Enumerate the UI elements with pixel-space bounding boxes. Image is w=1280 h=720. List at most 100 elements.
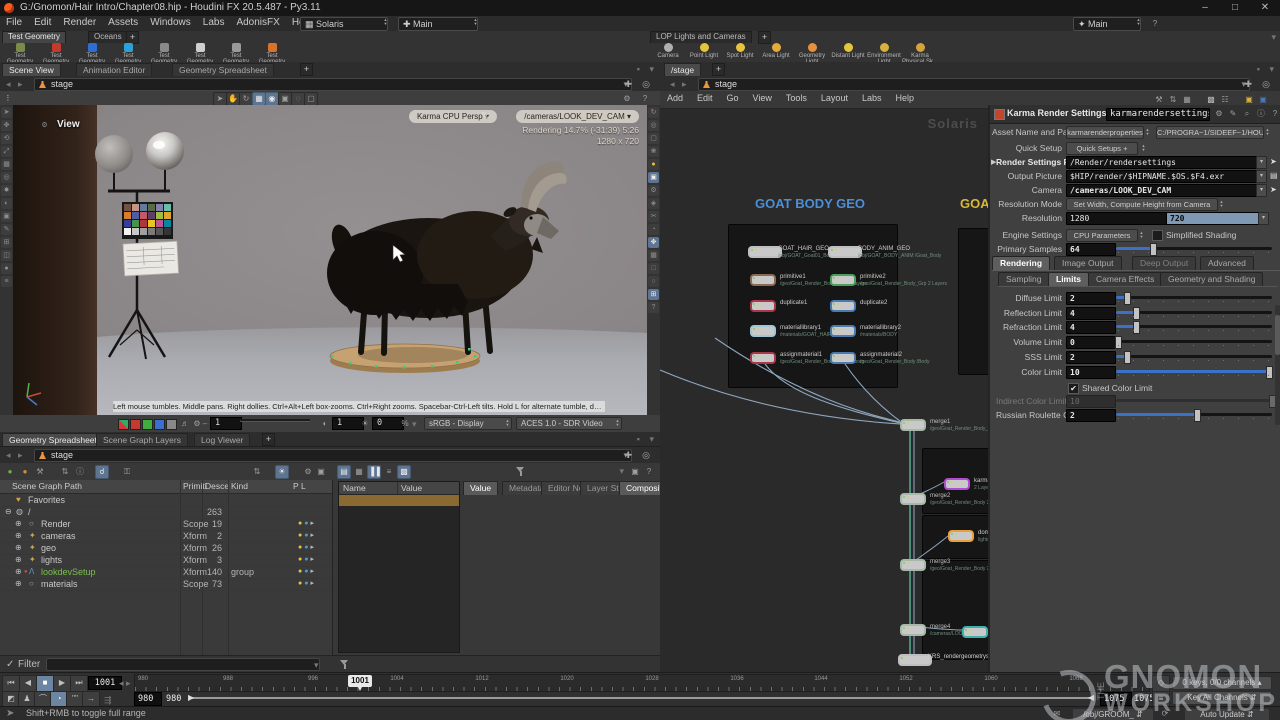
pane-tab[interactable]: Scene Graph Layers: [96, 433, 188, 446]
flatten-icon[interactable]: ⇅: [58, 465, 72, 479]
pane-menu-icon[interactable]: ▾: [649, 64, 654, 75]
name-value-table[interactable]: Name Value: [338, 481, 460, 653]
link-icon[interactable]: ◎: [642, 79, 650, 90]
menu-item[interactable]: Go: [720, 91, 746, 105]
lop-node[interactable]: materiallibrary1 /materials/GOAT_HAIR_MA…: [750, 325, 776, 337]
display-option-icon[interactable]: ◔: [648, 224, 659, 235]
pane-tab[interactable]: Geometry Spreadsheet: [172, 63, 274, 76]
menu-item[interactable]: Layout: [814, 91, 855, 105]
camera-field[interactable]: /cameras/LOOK_DEV_CAM: [1066, 184, 1260, 197]
shelf-tool[interactable]: Test Geometry: [146, 43, 182, 62]
expander-icon[interactable]: ⊕: [15, 578, 22, 590]
gamma-minus-icon[interactable]: –: [200, 417, 210, 431]
prim-icon[interactable]: ●: [3, 465, 17, 479]
expander-icon[interactable]: ⊕: [15, 554, 22, 566]
lop-node[interactable]: BODY_ANIM_GEO /obj/GOAT_BODY_ANIM /Goat_…: [828, 246, 862, 258]
pick-cursor-icon[interactable]: ➤: [1270, 157, 1277, 166]
viewport-tool-icon[interactable]: ↻: [239, 92, 253, 106]
display-option-icon[interactable]: ○: [648, 276, 659, 287]
pane-menu-icon[interactable]: ▾: [1269, 64, 1274, 75]
network-canvas[interactable]: Solaris GOAT BODY GEO GOAT GOAT_: [660, 108, 988, 672]
row-state-icons[interactable]: ●●▸: [298, 542, 316, 554]
rows-view-icon[interactable]: ≡: [382, 465, 396, 479]
param-value-field[interactable]: 2: [1066, 409, 1116, 422]
prim-name[interactable]: cameras: [41, 530, 76, 542]
menu-item[interactable]: Add: [660, 91, 690, 105]
pane-maximize-icon[interactable]: ▪: [637, 434, 640, 444]
range-slider[interactable]: [192, 697, 1092, 699]
transport-button[interactable]: ⏭: [70, 675, 88, 692]
gamma-field[interactable]: 1: [210, 417, 242, 430]
row-state-icons[interactable]: ●●▸: [298, 566, 316, 578]
tab[interactable]: Advanced: [1200, 256, 1254, 270]
pick-cursor-icon[interactable]: ➤: [1270, 185, 1277, 194]
expander-icon[interactable]: ⊖: [5, 506, 12, 518]
playhead[interactable]: 1001: [348, 675, 372, 687]
tab[interactable]: Image Output: [1054, 256, 1122, 270]
camera-pill[interactable]: /cameras/LOOK_DEV_CAM ▾: [516, 110, 639, 123]
col-value[interactable]: Value: [401, 482, 422, 494]
help-icon[interactable]: ?: [1268, 107, 1280, 121]
tool-icon[interactable]: ⊞: [1, 237, 12, 248]
row-state-icons[interactable]: ●●▸: [298, 518, 316, 530]
dropdown-arrow[interactable]: ▾: [1258, 212, 1269, 225]
tool-icon[interactable]: ≡: [1, 276, 12, 287]
lop-node[interactable]: duplicate2: [830, 300, 856, 312]
pin-icon[interactable]: ✚: [1244, 79, 1252, 90]
netbox-title-goat-groom[interactable]: GOAT: [960, 196, 988, 211]
display-option-icon[interactable]: ▢: [648, 133, 659, 144]
shelf-tab[interactable]: Test Geometry: [2, 31, 66, 43]
param-slider[interactable]: [1116, 370, 1272, 373]
display-option-icon[interactable]: ◈: [648, 198, 659, 209]
channel-red-icon[interactable]: [130, 419, 141, 430]
percent-icon[interactable]: %: [398, 417, 412, 431]
gear-icon[interactable]: ⚙: [301, 465, 315, 479]
lop-node[interactable]: karmalens1 2 Layers: [944, 478, 970, 490]
tool-icon[interactable]: ✥: [1, 120, 12, 131]
timeline-ruler[interactable]: 9809889961004101210201028103610441052106…: [134, 674, 1150, 692]
exposure-icon[interactable]: ☀: [358, 417, 372, 431]
engine-spinner[interactable]: [1138, 229, 1145, 243]
filter-dropdown-icon[interactable]: ▾: [314, 660, 319, 671]
stage-tab[interactable]: /stage: [664, 63, 701, 76]
link-icon[interactable]: ◎: [642, 450, 650, 461]
shelf-tool[interactable]: Point Light: [686, 43, 722, 62]
pane-tab[interactable]: Animation Editor: [76, 63, 152, 76]
contrast-icon[interactable]: ◐: [318, 417, 332, 431]
primary-samples-slider[interactable]: [1116, 247, 1272, 250]
netbox-title-goat-body[interactable]: GOAT BODY GEO: [755, 196, 865, 211]
prim-name[interactable]: /: [28, 506, 31, 518]
shelf-tool[interactable]: Area Light: [758, 43, 794, 62]
file-chooser-icon[interactable]: ▤: [1270, 171, 1278, 180]
keys-channels-button[interactable]: 0 keys, 0/0 channels ▴: [1172, 676, 1272, 690]
display-option-icon[interactable]: ❀: [648, 146, 659, 157]
shelf-tab[interactable]: Oceans: [88, 31, 128, 43]
shelf-tool[interactable]: Geometry Light: [794, 43, 830, 62]
minimize-button[interactable]: –: [1190, 0, 1220, 16]
network-box[interactable]: [922, 560, 988, 660]
col-p[interactable]: P: [293, 480, 299, 493]
transport-button[interactable]: ⏮: [2, 675, 20, 692]
inspector-tab[interactable]: Composition: [619, 481, 661, 495]
menu-item[interactable]: Windows: [144, 16, 197, 29]
scene-viewport[interactable]: View ⚙ Karma CPU Persp ▾ /cameras/LOOK_D…: [13, 105, 647, 415]
filter-funnel-icon[interactable]: [516, 467, 525, 476]
shelf-tool[interactable]: Distant Light: [830, 43, 866, 62]
current-frame-field[interactable]: 1001: [88, 676, 122, 690]
pane-add-tab[interactable]: +: [300, 63, 313, 76]
resolution-height-field[interactable]: 720: [1166, 212, 1262, 225]
search-icon[interactable]: ☌: [95, 465, 109, 479]
subtab[interactable]: Camera Effects: [1088, 272, 1162, 286]
rendersettings-node[interactable]: KRS_rendergeometrysettings: [898, 654, 932, 666]
merge-node[interactable]: merge4 /cameras/LOOK_DEV_CAM 2 Layers: [900, 624, 926, 636]
refresh-icon[interactable]: ⟳: [1158, 707, 1172, 720]
channel-luma-icon[interactable]: [166, 419, 177, 430]
tool-icon[interactable]: ⟲: [1, 133, 12, 144]
shelf-tool[interactable]: Test Geometry: [2, 43, 38, 62]
expander-icon[interactable]: ⊕: [15, 566, 22, 578]
range-step-icon[interactable]: ⇶: [104, 695, 112, 706]
resolution-mode-dropdown[interactable]: Set Width, Compute Height from Camera: [1066, 198, 1218, 211]
pane-tab[interactable]: Log Viewer: [194, 433, 250, 446]
range-handle-left[interactable]: ▶: [188, 693, 194, 702]
scrollbar[interactable]: [1275, 305, 1280, 425]
